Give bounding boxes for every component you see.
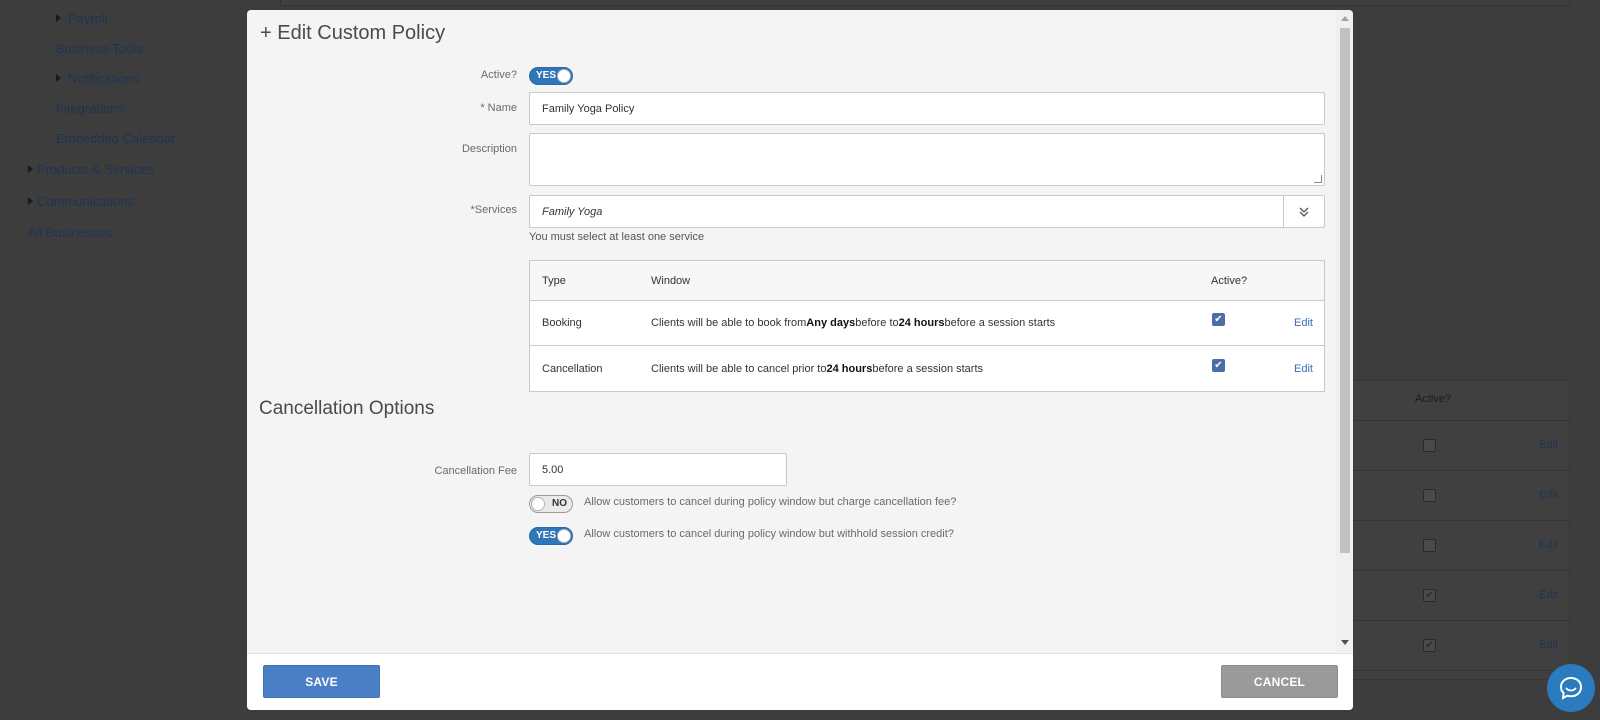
table-row: Edit bbox=[1341, 421, 1569, 471]
description-textarea[interactable] bbox=[529, 133, 1325, 186]
edit-cancellation-link[interactable]: Edit bbox=[1294, 363, 1313, 375]
modal-footer: SAVE CANCEL bbox=[247, 653, 1353, 710]
row-type-cancellation: Cancellation bbox=[542, 362, 603, 375]
edit-policy-modal: + Edit Custom Policy Active? YES * Name … bbox=[247, 10, 1353, 710]
background-sidebar: Payroll Business Tools Notifications Int… bbox=[0, 0, 245, 720]
background-table: Active? Edit Edit Edit ✔ Edit ✔ Edit bbox=[1340, 380, 1570, 680]
checkbox bbox=[1423, 489, 1436, 502]
table-header: Type Window Active? bbox=[530, 261, 1324, 301]
caret-right-icon bbox=[28, 197, 33, 205]
double-chevron-down-icon[interactable] bbox=[1283, 196, 1324, 227]
policy-window-table: Type Window Active? Booking Clients will… bbox=[529, 260, 1325, 392]
caret-right-icon bbox=[28, 165, 33, 173]
active-toggle[interactable]: YES bbox=[529, 67, 573, 85]
resize-handle-icon[interactable] bbox=[1314, 175, 1322, 183]
toggle-knob bbox=[531, 497, 545, 511]
charge-fee-toggle[interactable]: NO bbox=[529, 495, 573, 513]
table-row: Edit bbox=[1341, 471, 1569, 521]
caret-right-icon bbox=[56, 14, 61, 22]
toggle-knob bbox=[557, 529, 571, 543]
description-label: Description bbox=[461, 143, 517, 155]
bg-nav-payroll: Payroll bbox=[56, 11, 108, 26]
background-top-panel bbox=[280, 0, 1570, 6]
withhold-credit-option-text: Allow customers to cancel during policy … bbox=[584, 528, 954, 540]
table-row: Booking Clients will be able to book fro… bbox=[530, 301, 1324, 346]
withhold-credit-toggle[interactable]: YES bbox=[529, 527, 573, 545]
header-active: Active? bbox=[1211, 274, 1248, 287]
chat-icon bbox=[1559, 676, 1583, 700]
active-label: Active? bbox=[480, 69, 517, 81]
services-select[interactable]: Family Yoga bbox=[529, 195, 1325, 228]
cancel-button[interactable]: CANCEL bbox=[1221, 665, 1338, 698]
toggle-knob bbox=[557, 69, 571, 83]
row-window-booking: Clients will be able to book from Any da… bbox=[651, 317, 1056, 329]
table-row: ✔ Edit bbox=[1341, 621, 1569, 671]
header-type: Type bbox=[542, 274, 566, 287]
name-label: * Name bbox=[480, 102, 517, 114]
charge-fee-option-text: Allow customers to cancel during policy … bbox=[584, 496, 957, 508]
bg-nav-integrations: Integrations bbox=[56, 101, 124, 116]
modal-title: + Edit Custom Policy bbox=[260, 22, 446, 44]
bg-nav-products-services: Products & Services bbox=[28, 162, 154, 177]
table-row: Cancellation Clients will be able to can… bbox=[530, 346, 1324, 391]
booking-active-checkbox[interactable]: ✔ bbox=[1212, 313, 1225, 326]
scrollbar-thumb[interactable] bbox=[1340, 28, 1350, 553]
bg-nav-embedded-calendar: Embedded Calendar bbox=[56, 131, 176, 146]
cancellation-fee-input[interactable]: 5.00 bbox=[529, 453, 787, 486]
edit-booking-link[interactable]: Edit bbox=[1294, 317, 1313, 329]
row-window-cancellation: Clients will be able to cancel prior to … bbox=[651, 362, 984, 375]
checkbox bbox=[1423, 539, 1436, 552]
save-button[interactable]: SAVE bbox=[263, 665, 380, 698]
cancellation-active-checkbox[interactable]: ✔ bbox=[1212, 358, 1225, 372]
header-window: Window bbox=[651, 274, 691, 287]
checkbox-checked: ✔ bbox=[1423, 639, 1436, 652]
bg-table-header: Active? bbox=[1341, 381, 1569, 421]
chat-bubble-button[interactable] bbox=[1547, 664, 1595, 712]
bg-nav-all-businesses: All Businesses bbox=[28, 225, 113, 240]
cancellation-options-title: Cancellation Options bbox=[259, 398, 435, 419]
services-label: *Services bbox=[470, 204, 517, 216]
table-row: ✔ Edit bbox=[1341, 571, 1569, 621]
services-hint: You must select at least one service bbox=[529, 231, 705, 243]
scroll-up-icon[interactable] bbox=[1341, 16, 1349, 21]
bg-nav-notifications: Notifications bbox=[56, 71, 139, 86]
bg-nav-communications: Communications bbox=[28, 194, 134, 209]
scroll-down-icon[interactable] bbox=[1341, 640, 1349, 645]
checkbox-checked: ✔ bbox=[1423, 589, 1436, 602]
checkbox bbox=[1423, 439, 1436, 452]
caret-right-icon bbox=[56, 74, 61, 82]
name-input[interactable]: Family Yoga Policy bbox=[529, 92, 1325, 125]
row-type-booking: Booking bbox=[542, 317, 582, 329]
table-row: Edit bbox=[1341, 521, 1569, 571]
bg-nav-business-tools: Business Tools bbox=[56, 41, 143, 56]
cancellation-fee-label: Cancellation Fee bbox=[434, 465, 517, 477]
modal-scrollbar[interactable] bbox=[1336, 10, 1353, 652]
